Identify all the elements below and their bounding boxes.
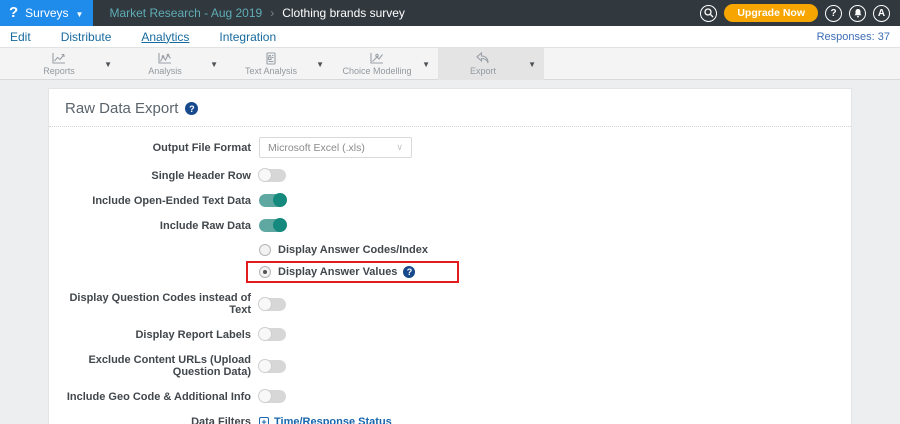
toolbar-item-export[interactable]: Export ▼	[438, 48, 544, 80]
question-codes-toggle[interactable]	[258, 296, 286, 311]
line-chart-icon	[52, 53, 66, 64]
raw-data-export-panel: Raw Data Export ? Output File Format Mic…	[48, 88, 852, 424]
chevron-down-icon[interactable]: ▼	[210, 60, 218, 69]
answer-codes-radio[interactable]	[259, 244, 271, 256]
toolbar-item-label: Export	[470, 66, 497, 76]
raw-data-toggle[interactable]	[259, 218, 287, 232]
search-button[interactable]	[700, 4, 718, 22]
help-button[interactable]: ?	[825, 4, 842, 22]
highlight-annotation-box: Display Answer Values ?	[246, 261, 460, 283]
survey-nav: Edit Distribute Analytics Integration Re…	[0, 26, 900, 48]
tab-analytics[interactable]: Analytics	[141, 30, 189, 44]
output-format-select[interactable]: Microsoft Excel (.xls) ∨	[259, 137, 412, 158]
help-icon[interactable]: ?	[185, 102, 199, 115]
answer-values-label: Display Answer Values	[278, 266, 398, 278]
row-open-ended: Include Open-Ended Text Data	[65, 193, 835, 207]
page-title: Raw Data Export	[65, 100, 179, 117]
avatar[interactable]: A	[873, 4, 890, 22]
row-exclude-urls: Exclude Content URLs (Upload Question Da…	[65, 354, 835, 378]
product-menu-label: Surveys	[25, 6, 69, 20]
row-report-labels: Display Report Labels	[65, 327, 835, 341]
report-labels-label: Display Report Labels	[135, 328, 251, 341]
export-form: Output File Format Microsoft Excel (.xls…	[49, 127, 851, 424]
product-menu[interactable]: ? Surveys ▼	[0, 0, 94, 26]
bell-icon	[854, 9, 861, 18]
toolbar-item-reports[interactable]: Reports ▼	[14, 48, 120, 80]
answer-codes-label: Display Answer Codes/Index	[278, 244, 428, 256]
export-arrow-icon	[476, 52, 489, 64]
questionpro-logo-icon: ?	[9, 3, 19, 21]
answer-codes-option[interactable]: Display Answer Codes/Index	[259, 244, 428, 256]
exclude-urls-toggle[interactable]	[258, 358, 286, 373]
chevron-down-icon: ▼	[75, 9, 84, 19]
help-icon[interactable]: ?	[403, 266, 416, 278]
chevron-down-icon[interactable]: ▼	[316, 60, 324, 69]
chevron-down-icon[interactable]: ▼	[422, 60, 430, 69]
document-icon	[266, 52, 276, 65]
single-header-toggle[interactable]	[258, 168, 286, 182]
toolbar-item-label: Analysis	[148, 66, 182, 76]
open-ended-label: Include Open-Ended Text Data	[92, 194, 251, 207]
panel-header: Raw Data Export ?	[49, 89, 851, 127]
geo-code-toggle[interactable]	[258, 389, 286, 403]
topbar-actions: Upgrade Now ? A	[700, 0, 900, 26]
row-raw-data: Include Raw Data	[65, 218, 835, 232]
tab-distribute[interactable]: Distribute	[61, 30, 112, 44]
chevron-down-icon[interactable]: ▼	[528, 60, 536, 69]
notifications-button[interactable]	[849, 4, 866, 22]
question-codes-label: Display Question Codes instead of Text	[69, 292, 251, 316]
row-single-header: Single Header Row	[65, 168, 835, 182]
breadcrumb-parent[interactable]: Market Research - Aug 2019	[109, 6, 262, 20]
row-output-format: Output File Format Microsoft Excel (.xls…	[65, 137, 835, 158]
open-ended-toggle[interactable]	[259, 193, 287, 207]
toolbar-item-choice-modelling[interactable]: Choice Modelling ▼	[332, 48, 438, 80]
time-response-status-label: Time/Response Status	[274, 416, 392, 424]
time-response-status-link[interactable]: + Time/Response Status	[259, 416, 392, 424]
exclude-urls-label: Exclude Content URLs (Upload Question Da…	[88, 354, 251, 378]
single-header-label: Single Header Row	[151, 169, 251, 182]
scatter-chart-icon	[158, 53, 172, 64]
raw-data-label: Include Raw Data	[159, 219, 251, 232]
plus-icon: +	[259, 417, 269, 424]
search-icon	[704, 8, 714, 18]
answer-values-radio[interactable]	[259, 266, 271, 278]
toolbar-item-label: Text Analysis	[245, 66, 298, 76]
output-format-label: Output File Format	[152, 141, 251, 154]
row-question-codes: Display Question Codes instead of Text	[65, 292, 835, 316]
row-answer-values: Display Answer Values ?	[65, 261, 835, 283]
breadcrumb: Market Research - Aug 2019 › Clothing br…	[93, 0, 700, 26]
geo-code-label: Include Geo Code & Additional Info	[66, 390, 251, 403]
row-data-filters: Data Filters + Time/Response Status	[65, 416, 835, 424]
toolbar-item-analysis[interactable]: Analysis ▼	[120, 48, 226, 80]
toolbar-item-text-analysis[interactable]: Text Analysis ▼	[226, 48, 332, 80]
analytics-toolbar: Reports ▼ Analysis ▼ Text Analysis ▼ Cho…	[0, 48, 900, 80]
chevron-down-icon[interactable]: ▼	[104, 60, 112, 69]
row-answer-codes: Display Answer Codes/Index	[65, 244, 835, 256]
data-filters-label: Data Filters	[191, 416, 251, 424]
upgrade-now-button[interactable]: Upgrade Now	[724, 4, 818, 22]
output-format-value: Microsoft Excel (.xls)	[268, 141, 365, 154]
chevron-down-icon: ∨	[396, 142, 403, 152]
tab-edit[interactable]: Edit	[10, 30, 31, 44]
tab-integration[interactable]: Integration	[219, 30, 276, 44]
report-labels-toggle[interactable]	[258, 327, 286, 341]
breadcrumb-separator: ›	[270, 6, 275, 20]
page-content: Raw Data Export ? Output File Format Mic…	[0, 80, 900, 424]
toolbar-item-label: Choice Modelling	[342, 66, 412, 76]
breadcrumb-current: Clothing brands survey	[282, 6, 405, 20]
responses-count[interactable]: Responses: 37	[817, 31, 890, 43]
toolbar-item-label: Reports	[43, 66, 75, 76]
top-bar: ? Surveys ▼ Market Research - Aug 2019 ›…	[0, 0, 900, 26]
row-geo-code: Include Geo Code & Additional Info	[65, 389, 835, 403]
choice-chart-icon	[370, 53, 384, 64]
nav-tabs: Edit Distribute Analytics Integration	[10, 30, 276, 44]
